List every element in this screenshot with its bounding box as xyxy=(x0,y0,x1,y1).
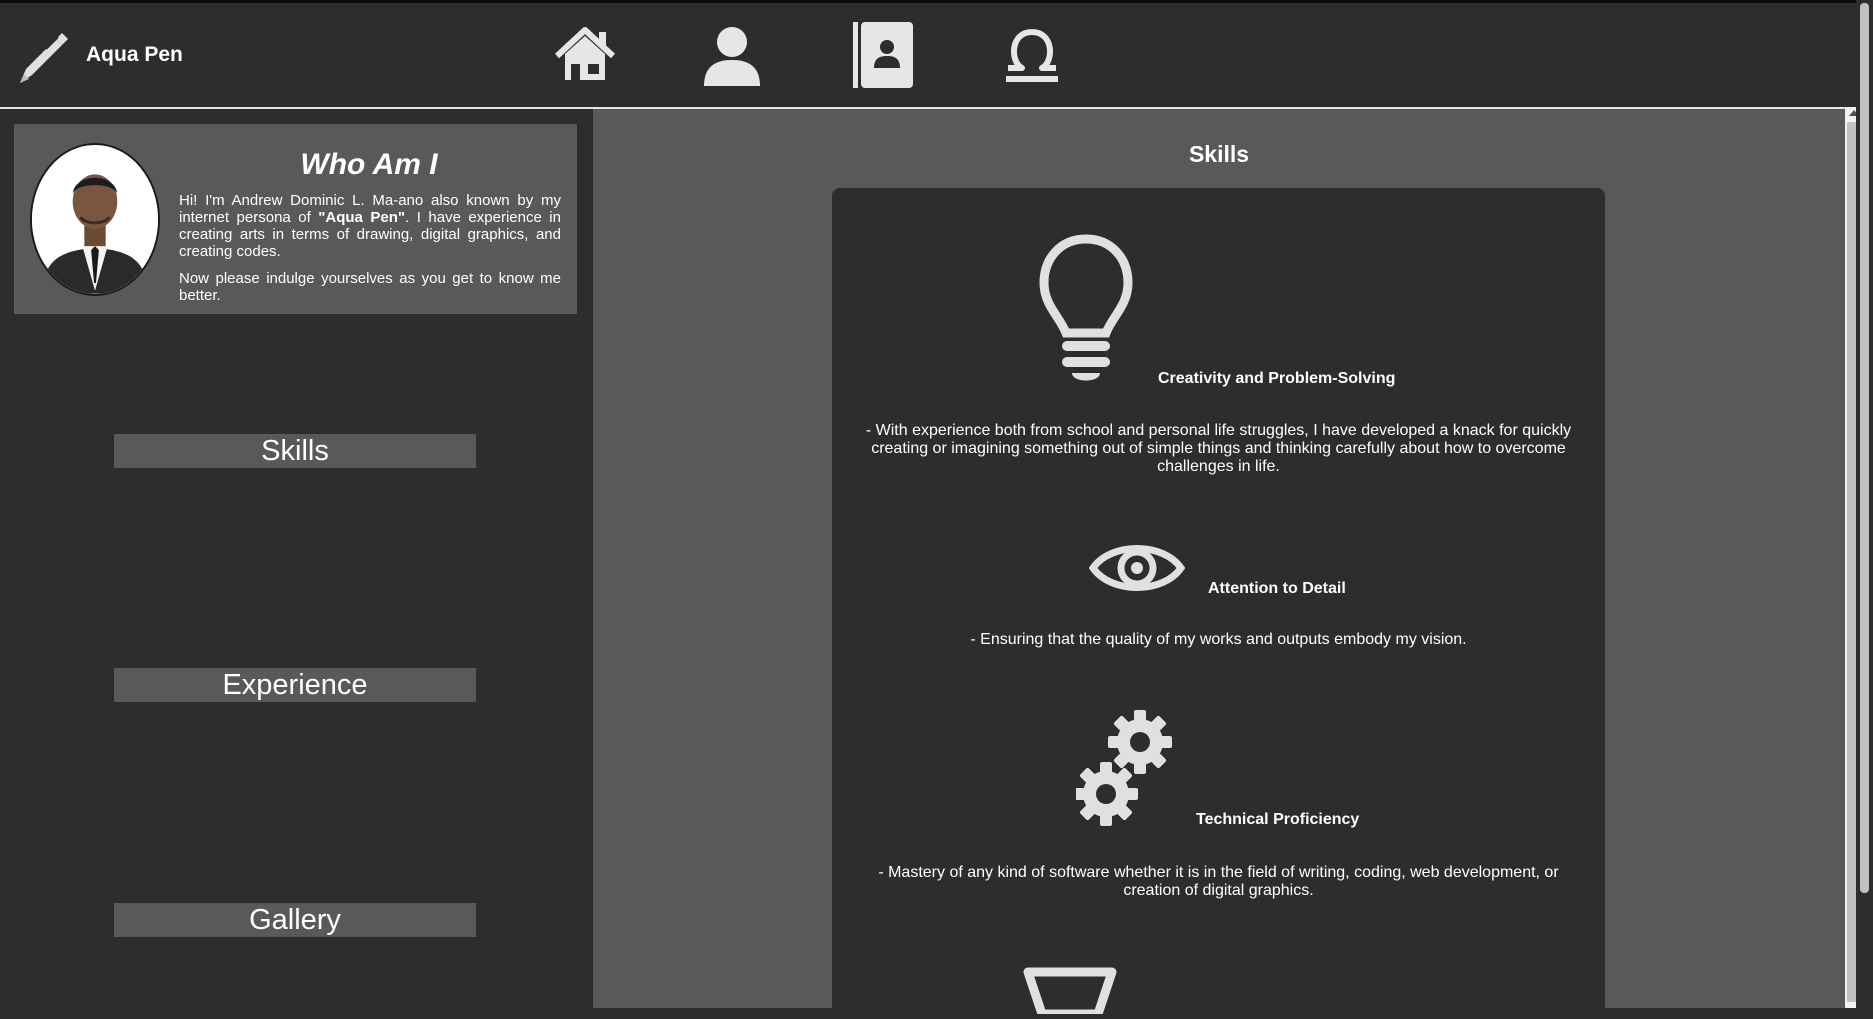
about-title: Who Am I xyxy=(300,148,438,181)
skills-heading: Skills xyxy=(1188,141,1250,167)
avatar xyxy=(30,143,160,296)
site-header: Aqua Pen xyxy=(0,3,1856,109)
gears-icon xyxy=(1074,710,1176,828)
bio-paragraph: Hi! I'm Andrew Dominic L. Ma-ano also kn… xyxy=(179,192,561,260)
libra-icon[interactable] xyxy=(1000,20,1064,90)
home-icon[interactable] xyxy=(553,20,617,90)
about-card: Who Am I Hi! I'm Andrew Dominic L. Ma-an… xyxy=(14,124,577,314)
brand-name[interactable]: Aqua Pen xyxy=(86,43,183,67)
skills-panel: Creativity and Problem-Solving - With ex… xyxy=(832,188,1605,1019)
experience-button[interactable]: Experience xyxy=(114,668,476,702)
lightbulb-icon xyxy=(1038,233,1134,385)
skill-description: - Ensuring that the quality of my works … xyxy=(970,631,1467,648)
skill-description: - Mastery of any kind of software whethe… xyxy=(878,864,1559,899)
about-bio: Hi! I'm Andrew Dominic L. Ma-ano also kn… xyxy=(179,192,561,314)
skill-title: Technical Proficiency xyxy=(1196,811,1360,828)
gallery-button[interactable]: Gallery xyxy=(114,903,476,937)
window-scrollbar[interactable] xyxy=(1856,0,1873,1008)
pen-icon[interactable] xyxy=(12,27,72,87)
user-icon[interactable] xyxy=(700,20,764,90)
contact-book-icon[interactable] xyxy=(851,20,915,90)
main-content: Skills Creativity and Problem-Solving - … xyxy=(593,109,1845,1019)
skill-description: - With experience both from school and p… xyxy=(865,422,1572,475)
persona-name: "Aqua Pen" xyxy=(318,209,406,226)
eye-icon xyxy=(1088,538,1186,598)
skills-button[interactable]: Skills xyxy=(114,434,476,468)
skill-title: Attention to Detail xyxy=(1208,580,1346,597)
cup-icon xyxy=(1022,964,1118,1019)
skill-title: Creativity and Problem-Solving xyxy=(1158,370,1396,387)
window-scroll-thumb[interactable] xyxy=(1860,3,1869,893)
left-sidebar: Who Am I Hi! I'm Andrew Dominic L. Ma-an… xyxy=(0,109,593,1008)
bio-paragraph-2: Now please indulge yourselves as you get… xyxy=(179,270,561,304)
